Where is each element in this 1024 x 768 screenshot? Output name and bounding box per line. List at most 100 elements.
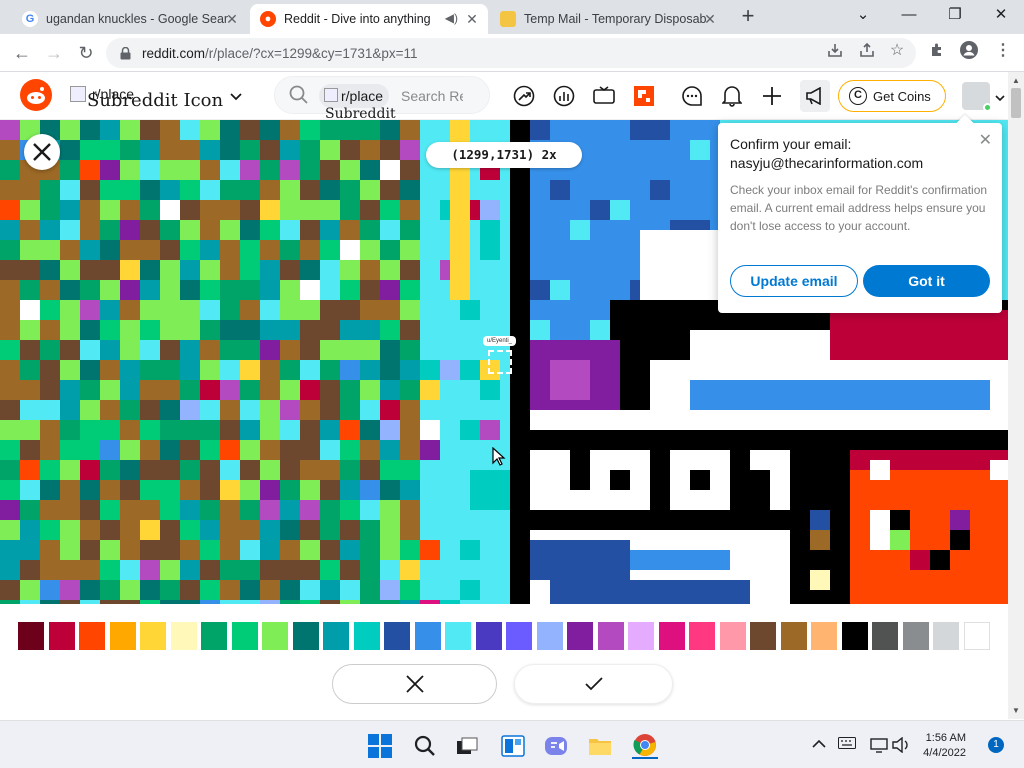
new-tab-button[interactable]: + — [737, 5, 759, 27]
minimize-button[interactable]: — — [896, 4, 922, 26]
restore-button[interactable]: ❐ — [942, 4, 968, 26]
close-tab-icon[interactable]: ✕ — [702, 11, 718, 27]
color-swatch[interactable] — [354, 622, 380, 650]
color-swatch[interactable] — [537, 622, 563, 650]
show-hidden-icons-chevron-icon[interactable] — [810, 737, 828, 755]
back-button[interactable]: ← — [10, 41, 34, 65]
color-swatch[interactable] — [659, 622, 685, 650]
color-swatch[interactable] — [201, 622, 227, 650]
color-swatch[interactable] — [933, 622, 959, 650]
taskbar-clock[interactable]: 1:56 AM 4/4/2022 — [910, 731, 966, 761]
rpan-icon[interactable] — [592, 84, 616, 108]
forward-button[interactable]: → — [42, 41, 66, 65]
chat-icon[interactable] — [680, 84, 704, 108]
color-swatch[interactable] — [567, 622, 593, 650]
canvas-pixel — [0, 120, 20, 140]
scroll-thumb[interactable] — [1011, 88, 1021, 118]
volume-icon[interactable] — [892, 736, 910, 755]
color-swatch[interactable] — [415, 622, 441, 650]
color-swatch[interactable] — [720, 622, 746, 650]
color-swatch[interactable] — [232, 622, 258, 650]
teams-chat-icon[interactable] — [543, 733, 569, 759]
search-icon[interactable] — [412, 733, 438, 759]
chrome-icon[interactable] — [632, 733, 658, 759]
page-scrollbar[interactable]: ▲ ▼ — [1008, 72, 1024, 719]
close-tab-icon[interactable]: ✕ — [464, 11, 480, 27]
color-swatch[interactable] — [750, 622, 776, 650]
got-it-button[interactable]: Got it — [863, 265, 990, 297]
canvas-pixel — [420, 520, 440, 540]
color-swatch[interactable] — [689, 622, 715, 650]
windows-start-icon[interactable] — [367, 733, 393, 759]
search-bar[interactable]: r/place Subreddit Icon Search Re — [274, 76, 490, 138]
color-swatch[interactable] — [49, 622, 75, 650]
notification-badge[interactable]: 1 — [988, 737, 1004, 753]
tab-search-button[interactable]: ⌄ — [850, 4, 876, 26]
task-view-icon[interactable] — [454, 733, 480, 759]
canvas-pixel — [320, 220, 340, 240]
popular-icon[interactable] — [512, 84, 536, 108]
color-swatch[interactable] — [964, 622, 990, 650]
tab-reddit[interactable]: ● Reddit - Dive into anything ◀) ✕ — [250, 4, 488, 34]
close-canvas-button[interactable] — [24, 134, 60, 170]
extensions-icon[interactable] — [928, 41, 946, 59]
bookmark-star-icon[interactable]: ☆ — [888, 41, 906, 59]
audio-icon[interactable]: ◀) — [445, 11, 458, 25]
network-icon[interactable] — [870, 737, 888, 755]
profile-icon[interactable] — [960, 41, 978, 59]
notifications-bell-icon[interactable] — [720, 84, 744, 108]
install-icon[interactable] — [826, 41, 844, 59]
reddit-logo-icon[interactable] — [20, 79, 52, 111]
color-swatch[interactable] — [811, 622, 837, 650]
search-scope-chip[interactable]: r/place Subreddit Icon — [319, 84, 396, 138]
color-swatch[interactable] — [445, 622, 471, 650]
color-swatch[interactable] — [171, 622, 197, 650]
color-swatch[interactable] — [293, 622, 319, 650]
color-swatch[interactable] — [476, 622, 502, 650]
color-swatch[interactable] — [598, 622, 624, 650]
color-swatch[interactable] — [323, 622, 349, 650]
avatar[interactable] — [962, 82, 992, 112]
widgets-icon[interactable] — [500, 733, 526, 759]
color-swatch[interactable] — [842, 622, 868, 650]
color-swatch[interactable] — [79, 622, 105, 650]
close-tab-icon[interactable]: ✕ — [224, 11, 240, 27]
color-swatch[interactable] — [18, 622, 44, 650]
share-icon[interactable] — [858, 41, 876, 59]
canvas-pixel — [80, 320, 100, 340]
color-swatch[interactable] — [872, 622, 898, 650]
color-swatch[interactable] — [506, 622, 532, 650]
close-popup-icon[interactable]: ✕ — [979, 130, 992, 150]
create-post-plus-icon[interactable] — [760, 84, 784, 108]
scroll-up-arrow-icon[interactable]: ▲ — [1012, 76, 1020, 85]
color-swatch[interactable] — [384, 622, 410, 650]
reddit-place-icon[interactable] — [632, 84, 656, 108]
get-coins-button[interactable]: C Get Coins — [838, 80, 946, 112]
close-window-button[interactable]: ✕ — [988, 4, 1014, 26]
update-email-button[interactable]: Update email — [730, 265, 858, 297]
file-explorer-icon[interactable] — [587, 733, 613, 759]
address-bar[interactable]: reddit.com/r/place/?cx=1299&cy=1731&px=1… — [106, 38, 916, 68]
color-swatch[interactable] — [628, 622, 654, 650]
keyboard-icon[interactable] — [838, 737, 856, 755]
community-selector[interactable]: r/place Subreddit Icon — [70, 82, 250, 112]
reload-button[interactable]: ↻ — [74, 41, 98, 65]
cancel-button[interactable] — [332, 664, 497, 704]
color-swatch[interactable] — [140, 622, 166, 650]
color-swatch[interactable] — [262, 622, 288, 650]
scroll-down-arrow-icon[interactable]: ▼ — [1012, 706, 1020, 715]
coins-stats-icon[interactable] — [552, 84, 576, 108]
chrome-menu-icon[interactable]: ⋮ — [994, 41, 1012, 59]
confirm-button[interactable] — [514, 664, 673, 704]
canvas-pixel — [460, 420, 480, 440]
canvas-pixel — [420, 560, 440, 580]
search-input[interactable]: Search Re — [401, 88, 463, 104]
color-swatch[interactable] — [903, 622, 929, 650]
color-swatch[interactable] — [110, 622, 136, 650]
color-swatch[interactable] — [781, 622, 807, 650]
advertise-megaphone-icon[interactable] — [800, 80, 830, 112]
canvas-pixel — [810, 570, 830, 590]
user-menu-chevron-icon[interactable] — [995, 89, 1005, 107]
tab-tempmail[interactable]: Temp Mail - Temporary Disposab ✕ — [490, 4, 726, 34]
tab-google[interactable]: G ugandan knuckles - Google Sear ✕ — [12, 4, 248, 34]
